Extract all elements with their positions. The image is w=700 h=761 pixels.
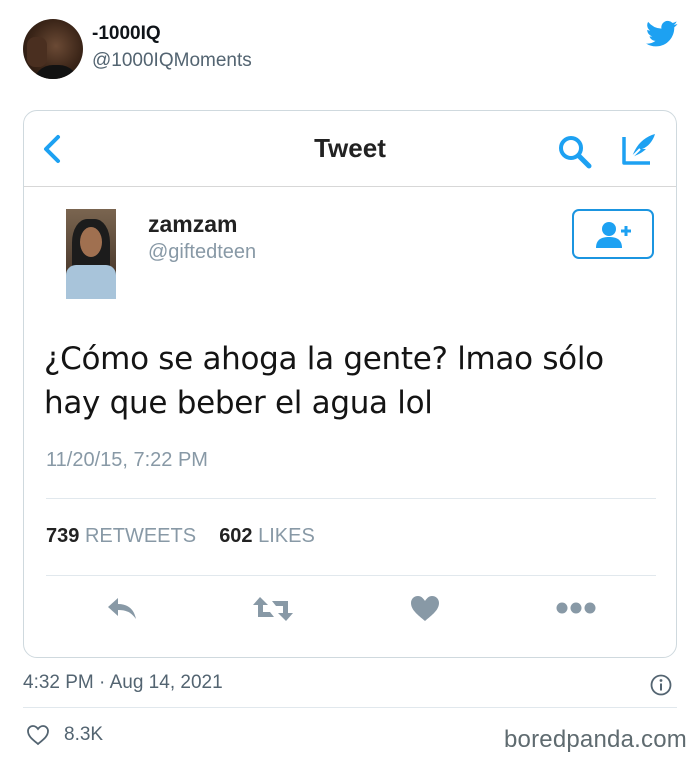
follow-button[interactable] [572,209,654,259]
outer-handle[interactable]: @1000IQMoments [92,50,252,72]
tweet-text: ¿Cómo se ahoga la gente? lmao sólo hay q… [44,341,604,421]
avatar-hand [27,37,47,67]
compose-icon[interactable] [620,131,658,167]
add-user-icon [596,222,631,248]
retweet-icon[interactable] [252,595,294,623]
info-icon[interactable] [650,674,672,696]
retweets-label[interactable]: RETWEETS [85,525,196,547]
avatar-jacket [66,265,116,299]
likes-label[interactable]: LIKES [258,525,315,547]
more-icon[interactable] [556,601,596,615]
engagement-stats: 739 RETWEETS 602 LIKES [46,525,315,548]
tweet-screenshot-card: Tweet zamzam @giftedteen ¿Cómo se ahoga … [23,110,677,658]
author-name[interactable]: zamzam [148,211,237,238]
divider [46,498,656,499]
like-count[interactable]: 8.3K [64,724,103,746]
card-header: Tweet [24,111,676,187]
likes-count[interactable]: 602 [219,525,252,547]
posted-time[interactable]: 4:32 PM · Aug 14, 2021 [23,672,223,694]
author-avatar[interactable] [66,209,116,299]
heart-icon[interactable] [410,595,440,623]
author-handle[interactable]: @giftedteen [148,241,256,264]
outer-avatar[interactable] [23,19,83,79]
heart-outline-icon[interactable] [26,724,50,746]
tweet-timestamp[interactable]: 11/20/15, 7:22 PM [46,449,208,472]
footer-divider [23,707,677,708]
reply-icon[interactable] [106,595,138,621]
watermark: boredpanda.com [504,726,687,753]
outer-display-name[interactable]: -1000IQ [92,23,161,45]
search-icon[interactable] [556,133,592,169]
avatar-shirt [33,65,79,79]
divider [46,575,656,576]
bird-icon [646,20,678,47]
avatar-face [80,227,102,257]
retweets-count[interactable]: 739 [46,525,79,547]
